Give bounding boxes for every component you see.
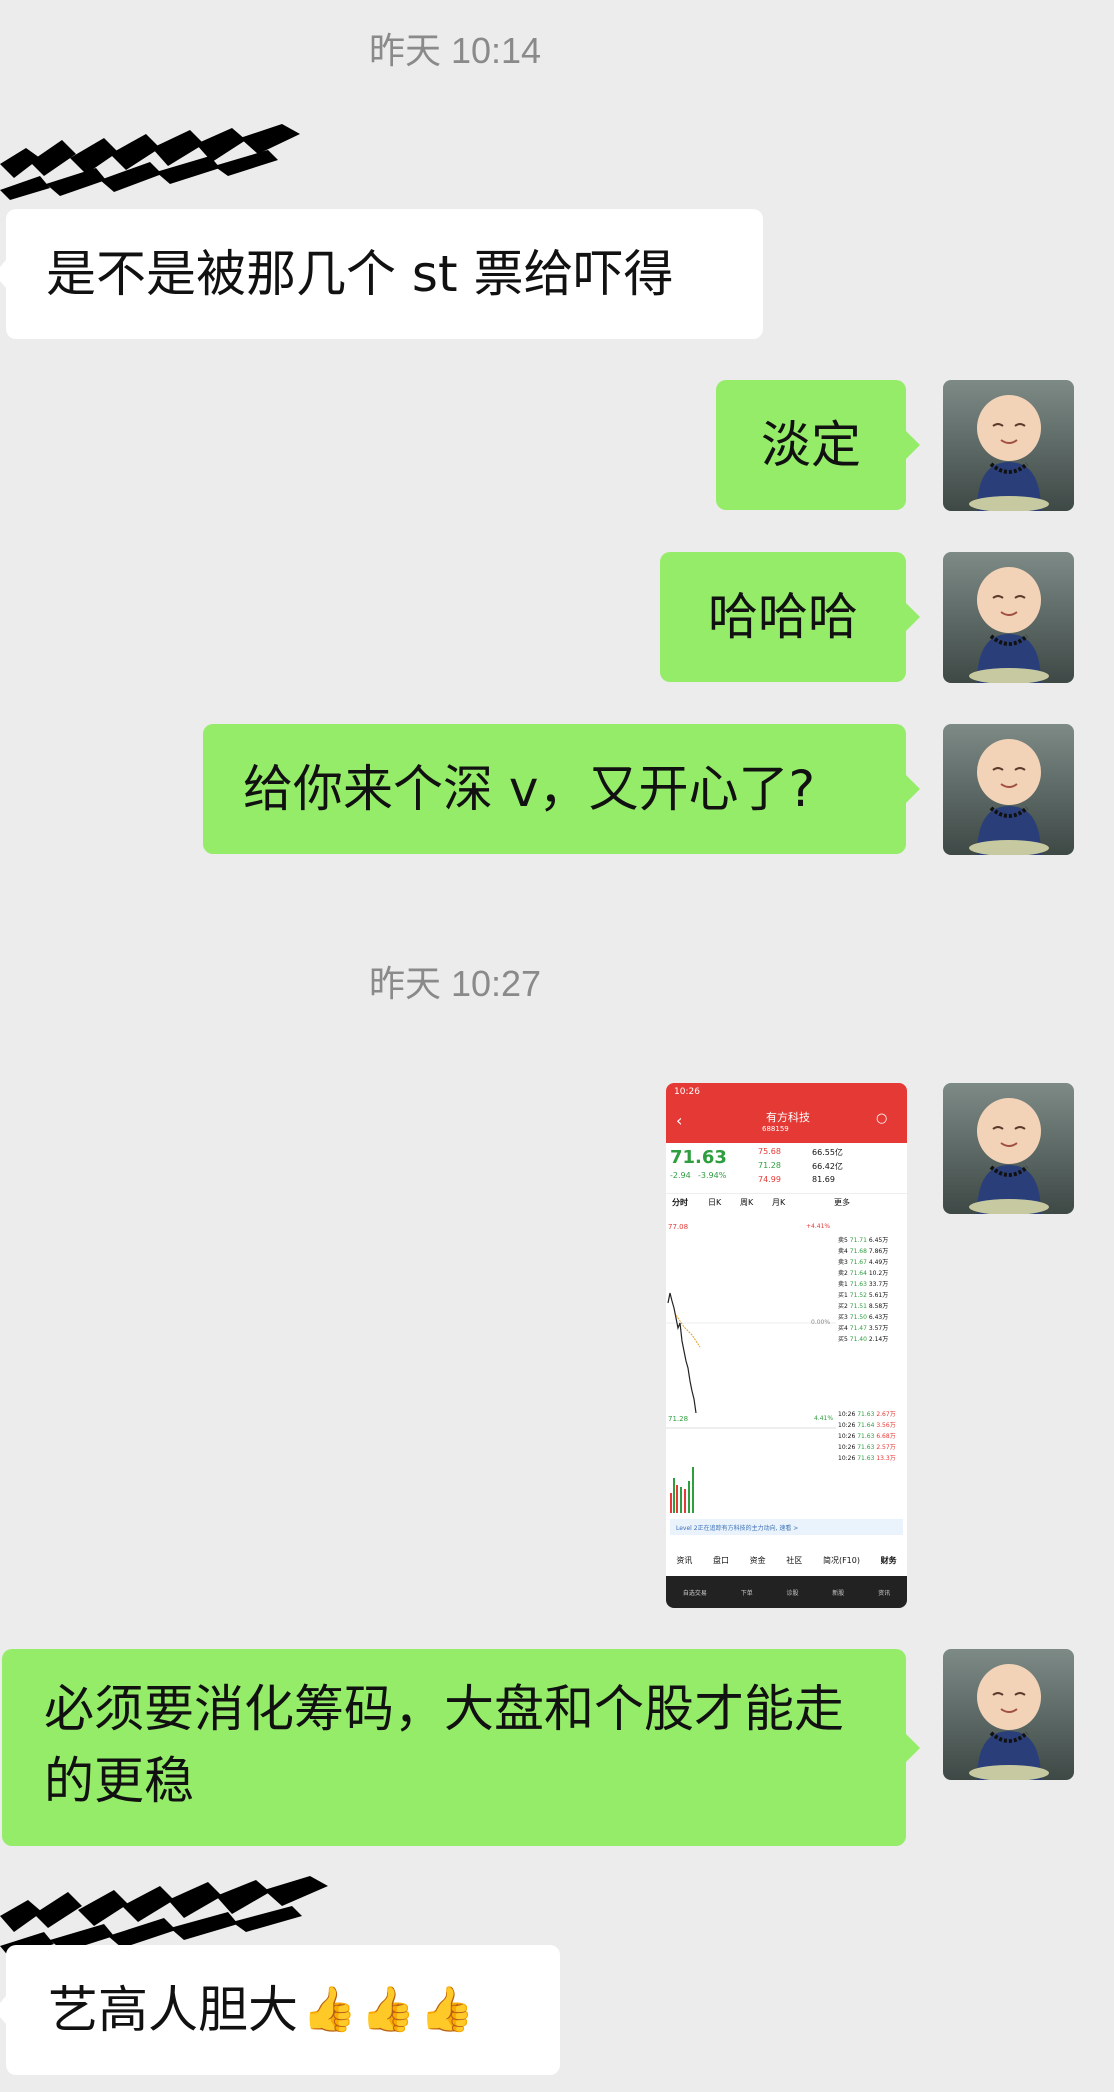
bottom-tab[interactable]: 新股 (832, 1588, 844, 1597)
monk-avatar-icon (943, 1083, 1074, 1214)
message-bubble-incoming[interactable]: 艺高人胆大 👍 👍 👍 (0, 1945, 560, 2075)
subtabs: 资讯 盘口 资金 社区 简况(F10) 财务 (666, 1551, 907, 1569)
stock-high: 75.68 (758, 1147, 781, 1156)
chart-tabs: 分时 日K 周K 月K 更多 (666, 1193, 907, 1211)
chart-high-label: 77.08 (668, 1223, 689, 1231)
avatar[interactable] (943, 724, 1074, 855)
order-book-row: 卖5 71.71 6.45万 (838, 1237, 889, 1244)
bottom-tab[interactable]: 资讯 (878, 1588, 890, 1597)
order-book-row: 买1 71.52 5.61万 (838, 1292, 889, 1299)
subtab[interactable]: 盘口 (713, 1555, 729, 1566)
bottom-navigation: 自选交易 下单 诊股 新股 资讯 (666, 1576, 907, 1608)
monk-avatar-icon (943, 1649, 1074, 1780)
pe-ratio: 81.69 (812, 1175, 835, 1184)
subtab[interactable]: 社区 (786, 1555, 802, 1566)
stock-price: 71.63 (670, 1147, 727, 1168)
message-bubble-outgoing[interactable]: 哈哈哈 (660, 552, 920, 682)
message-bubble-outgoing[interactable]: 淡定 (716, 380, 920, 510)
stock-open: 74.99 (758, 1175, 781, 1184)
stock-app-header: 10:26 ‹ 有方科技 688159 ○ (666, 1083, 907, 1143)
trade-row: 10:26 71.63 13.3万 (838, 1455, 896, 1462)
trade-list: 10:26 71.63 2.67万 10:26 71.64 3.56万 10:2… (838, 1409, 896, 1464)
tab-day-k[interactable]: 日K (708, 1197, 721, 1208)
chart-mid-pct: 0.00% (811, 1319, 831, 1326)
message-text: 必须要消化筹码，大盘和个股才能走的更稳 (44, 1680, 844, 1810)
message-bubble-outgoing[interactable]: 给你来个深 v，又开心了? (203, 724, 920, 854)
subtab[interactable]: 财务 (881, 1555, 897, 1566)
avatar[interactable] (943, 1083, 1074, 1214)
chart-low-label: 71.28 (668, 1415, 689, 1423)
subtab[interactable]: 资讯 (676, 1555, 692, 1566)
avatar[interactable] (943, 1649, 1074, 1780)
bottom-tab[interactable]: 诊股 (786, 1588, 798, 1597)
stock-low: 71.28 (758, 1161, 781, 1170)
bottom-tab[interactable]: 下单 (741, 1588, 753, 1597)
monk-avatar-icon (943, 724, 1074, 855)
monk-avatar-icon (943, 552, 1074, 683)
stock-name: 有方科技 (766, 1111, 810, 1124)
thumbs-up-icon: 👍 (302, 1984, 357, 2035)
tab-month-k[interactable]: 月K (772, 1197, 785, 1208)
message-bubble-incoming[interactable]: 是不是被那几个 st 票给吓得 (0, 209, 763, 339)
stock-change-pct: -3.94% (698, 1171, 727, 1180)
intraday-chart: 77.08 71.28 0.00% +4.41% 4.41% (666, 1223, 836, 1513)
float-cap: 66.42亿 (812, 1162, 843, 1171)
subtab[interactable]: 资金 (750, 1555, 766, 1566)
stock-change: -2.94 (670, 1171, 691, 1180)
message-bubble-outgoing[interactable]: 必须要消化筹码，大盘和个股才能走的更稳 (2, 1649, 920, 1846)
trade-row: 10:26 71.64 3.56万 (838, 1422, 896, 1429)
timestamp-1: 昨天 10:14 (368, 30, 542, 71)
search-icon: ○ (876, 1111, 888, 1126)
stock-screenshot-image[interactable]: 10:26 ‹ 有方科技 688159 ○ 71.63 -2.94 -3.94%… (666, 1083, 907, 1608)
order-book-row: 卖3 71.67 4.49万 (838, 1259, 889, 1266)
message-text: 给你来个深 v，又开心了? (243, 760, 816, 818)
thumbs-up-icon: 👍 (419, 1984, 475, 2035)
level2-banner[interactable]: Level 2正在追踪有方科技的主力动向, 速看 > (670, 1519, 903, 1535)
order-book-row: 买2 71.51 8.58万 (838, 1303, 889, 1310)
thumbs-up-icon: 👍 (360, 1984, 416, 2035)
quote-panel: 71.63 -2.94 -3.94% 75.68 71.28 74.99 66.… (666, 1143, 907, 1221)
stock-code: 688159 (762, 1125, 789, 1133)
trade-row: 10:26 71.63 2.67万 (838, 1411, 896, 1418)
order-book-row: 买5 71.40 2.14万 (838, 1336, 889, 1343)
status-time: 10:26 (674, 1087, 700, 1097)
order-book-row: 卖2 71.64 10.2万 (838, 1270, 889, 1277)
tab-week-k[interactable]: 周K (740, 1197, 753, 1208)
subtab[interactable]: 简况(F10) (823, 1555, 860, 1566)
timestamp-2: 昨天 10:27 (368, 963, 542, 1004)
order-book-row: 卖1 71.63 33.7万 (838, 1281, 889, 1288)
trade-row: 10:26 71.63 6.68万 (838, 1433, 896, 1440)
tab-intraday[interactable]: 分时 (672, 1197, 688, 1208)
chart-low-pct: 4.41% (814, 1415, 834, 1422)
avatar[interactable] (943, 380, 1074, 511)
message-text: 淡定 (761, 416, 861, 474)
order-book-row: 买3 71.50 6.43万 (838, 1314, 889, 1321)
avatar[interactable] (943, 552, 1074, 683)
trade-row: 10:26 71.63 2.57万 (838, 1444, 896, 1451)
redacted-sender-name (0, 118, 322, 200)
order-book-row: 卖4 71.68 7.86万 (838, 1248, 889, 1255)
message-text: 是不是被那几个 st 票给吓得 (46, 245, 674, 303)
message-text: 哈哈哈 (708, 588, 858, 646)
message-text: 艺高人胆大 (48, 1981, 298, 2039)
tab-more[interactable]: 更多 (834, 1197, 850, 1208)
monk-avatar-icon (943, 380, 1074, 511)
market-cap: 66.55亿 (812, 1148, 843, 1157)
bottom-tab[interactable]: 自选交易 (683, 1588, 707, 1597)
order-book-rows: 卖5 71.71 6.45万 卖4 71.68 7.86万 卖3 71.67 4… (838, 1235, 888, 1345)
order-book-row: 买4 71.47 3.57万 (838, 1325, 889, 1332)
chart-high-pct: +4.41% (806, 1223, 831, 1230)
back-icon: ‹ (676, 1111, 683, 1130)
order-book: 卖5 71.71 6.45万 卖4 71.68 7.86万 卖3 71.67 4… (836, 1223, 907, 1513)
